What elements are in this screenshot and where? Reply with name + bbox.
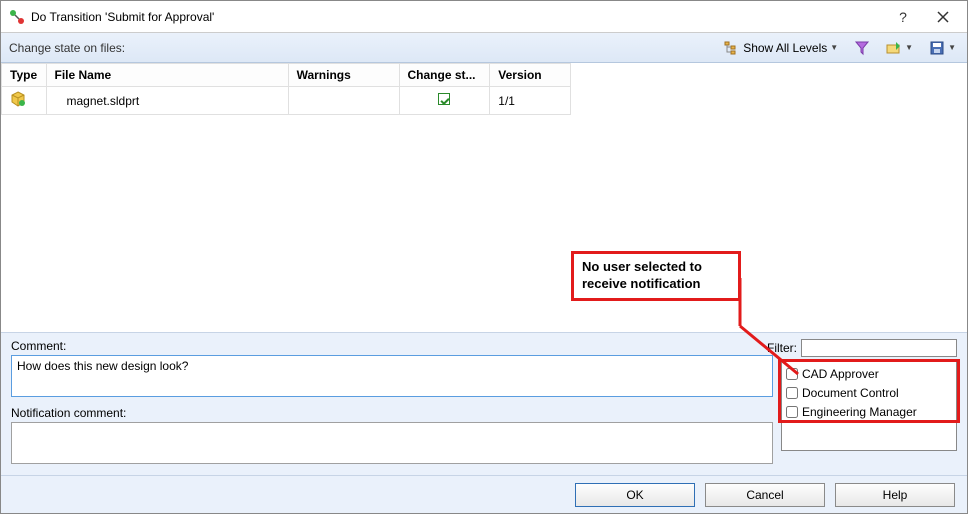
recipient-row[interactable]: CAD Approver [786,364,952,383]
annotation-callout: No user selected to receive notification [571,251,741,301]
table-row[interactable]: magnet.sldprt 1/1 [2,87,571,115]
filter-input[interactable] [801,339,957,357]
change-state-checkbox[interactable] [438,93,450,105]
bottom-panel: Comment: Notification comment: Filter: C… [1,332,967,475]
col-header-warnings[interactable]: Warnings [288,64,399,87]
recipient-row[interactable]: Engineering Manager [786,402,952,421]
cell-warnings [288,87,399,115]
help-button-bottom[interactable]: Help [835,483,955,507]
open-tool[interactable]: ▼ [883,38,916,58]
save-tool[interactable]: ▼ [926,38,959,58]
tree-icon [724,40,740,56]
window-title: Do Transition 'Submit for Approval' [31,10,883,24]
close-button[interactable] [923,3,963,31]
file-table-area: Type File Name Warnings Change st... Ver… [1,63,967,115]
part-icon [10,91,26,107]
recipient-checkbox[interactable] [786,368,798,380]
titlebar: Do Transition 'Submit for Approval' ? [1,1,967,33]
button-row: OK Cancel Help [1,475,967,513]
col-header-type[interactable]: Type [2,64,47,87]
file-table: Type File Name Warnings Change st... Ver… [1,63,571,115]
col-header-filename[interactable]: File Name [46,64,288,87]
recipient-label: Engineering Manager [802,405,917,419]
transition-icon [9,9,25,25]
spacer [1,115,967,332]
filter-label: Filter: [767,341,797,355]
funnel-icon [854,40,870,56]
recipient-checkbox[interactable] [786,387,798,399]
help-button[interactable]: ? [883,3,923,31]
col-header-version[interactable]: Version [490,64,571,87]
cancel-button[interactable]: Cancel [705,483,825,507]
chevron-down-icon: ▼ [905,43,913,52]
toolbar: Change state on files: Show All Levels ▼ [1,33,967,63]
filter-wrap: Filter: [767,339,957,357]
notification-input[interactable] [11,422,773,464]
chevron-down-icon: ▼ [830,43,838,52]
recipient-label: Document Control [802,386,899,400]
recipient-row[interactable]: Document Control [786,383,952,402]
cell-type [2,87,47,115]
filename-text: magnet.sldprt [67,94,140,108]
chevron-down-icon: ▼ [948,43,956,52]
table-header-row: Type File Name Warnings Change st... Ver… [2,64,571,87]
show-all-levels-dropdown[interactable]: Show All Levels ▼ [721,38,841,58]
cell-filename: magnet.sldprt [46,87,288,115]
recipient-label: CAD Approver [802,367,879,381]
cell-change-state[interactable] [399,87,490,115]
show-all-levels-label: Show All Levels [743,41,827,55]
save-icon [929,40,945,56]
comment-input[interactable] [11,355,773,397]
folder-arrow-icon [886,40,902,56]
toolbar-label: Change state on files: [9,41,721,55]
recipient-checkbox[interactable] [786,406,798,418]
cell-version: 1/1 [490,87,571,115]
dialog-window: Do Transition 'Submit for Approval' ? Ch… [0,0,968,514]
col-header-change-state[interactable]: Change st... [399,64,490,87]
ok-button[interactable]: OK [575,483,695,507]
filter-tool[interactable] [851,38,873,58]
recipients-list: CAD Approver Document Control Engineerin… [781,361,957,451]
